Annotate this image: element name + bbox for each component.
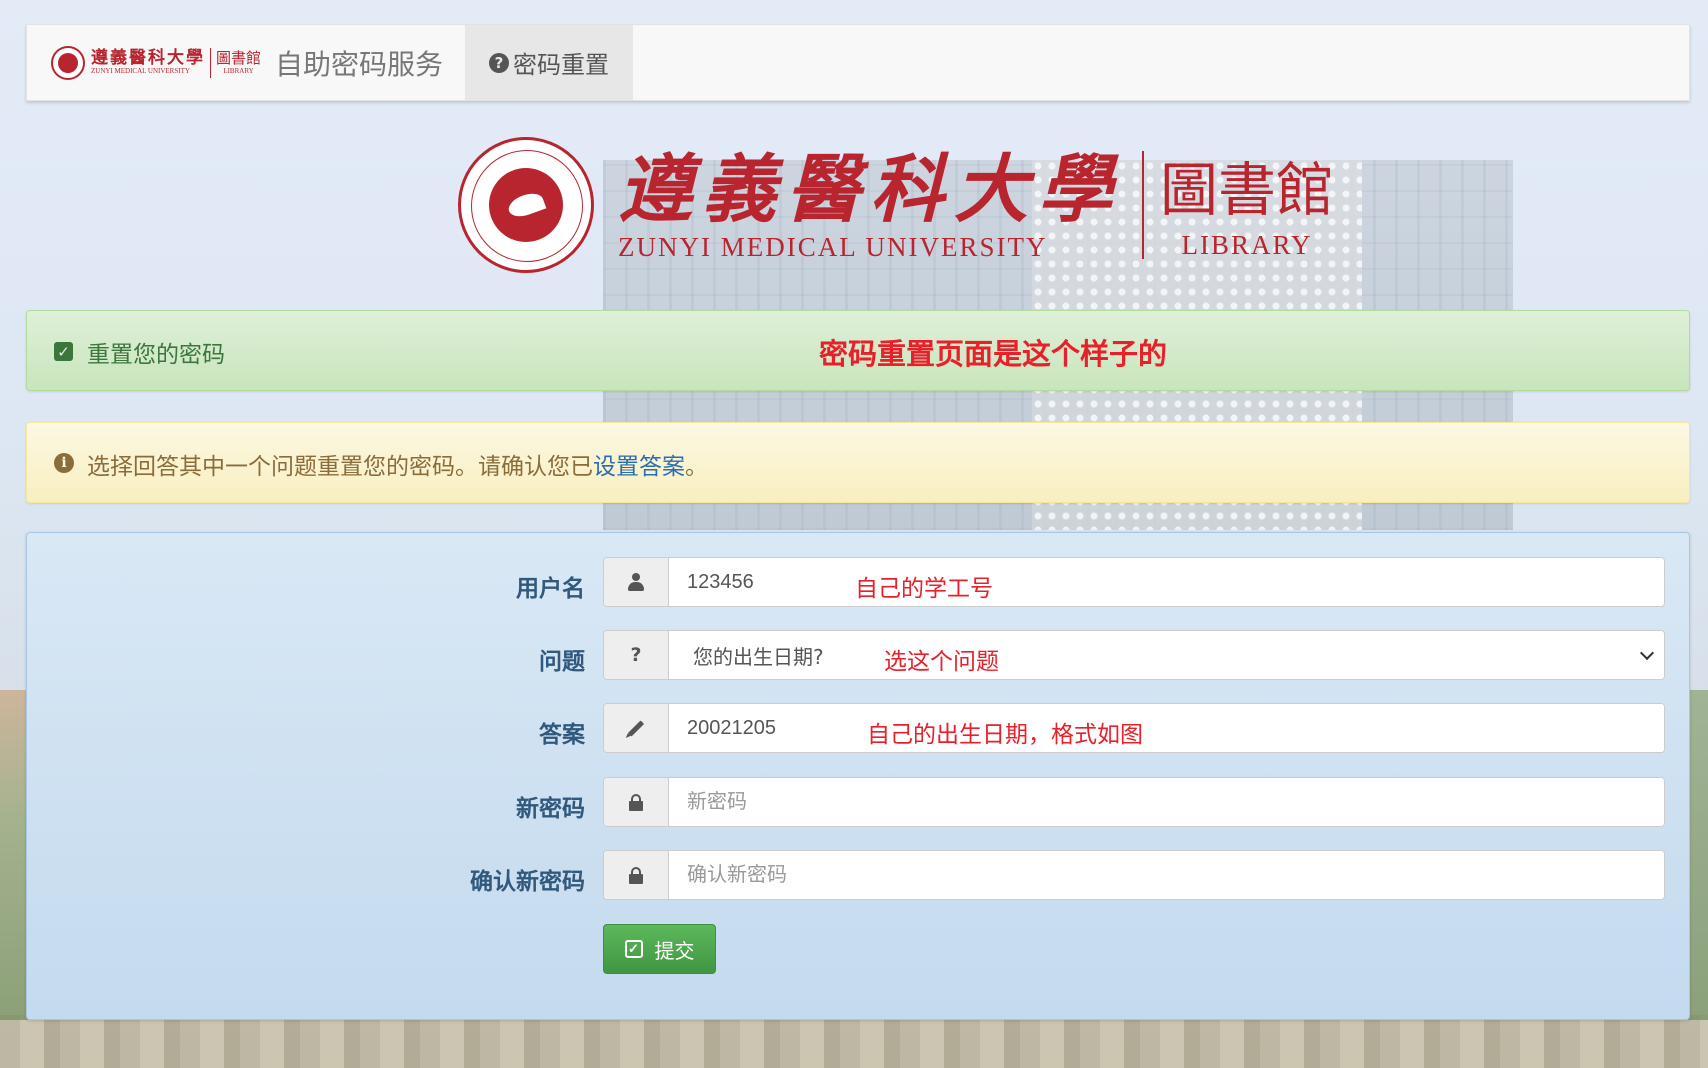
background-ground bbox=[0, 1015, 1708, 1068]
new-password-addon bbox=[604, 778, 669, 826]
set-answer-link[interactable]: 设置答案 bbox=[593, 454, 685, 480]
answer-label: 答案 bbox=[539, 722, 585, 748]
new-password-label: 新密码 bbox=[516, 796, 585, 822]
university-library-logo: 遵義醫科大學 ZUNYI MEDICAL UNIVERSITY 圖書館 LIBR… bbox=[458, 137, 1334, 273]
question-select[interactable]: 您的出生日期? bbox=[669, 631, 1664, 679]
submit-button-label: 提交 bbox=[654, 940, 695, 963]
form-row-new-password: 新密码 bbox=[27, 777, 1691, 827]
chevron-down-icon bbox=[1639, 645, 1655, 661]
new-password-input-group bbox=[603, 777, 1665, 827]
hero-logo-cn: 遵義醫科大學 bbox=[618, 147, 1122, 233]
tab-password-reset[interactable]: ? 密码重置 bbox=[465, 25, 634, 100]
question-label: 问题 bbox=[539, 649, 585, 675]
brand-title: 自助密码服务 bbox=[275, 47, 444, 81]
reset-form-panel: 用户名 自己的学工号 问题 ? 您的出生日期? 选这个问题 答案 bbox=[26, 532, 1690, 1020]
reset-password-heading: 重置您的密码 bbox=[87, 342, 225, 368]
navbar-library-en: LIBRARY bbox=[223, 66, 254, 75]
username-addon bbox=[604, 558, 669, 606]
username-label: 用户名 bbox=[516, 576, 585, 602]
question-icon: ? bbox=[630, 644, 642, 666]
hero-logo-text: 遵義醫科大學 ZUNYI MEDICAL UNIVERSITY bbox=[618, 148, 1122, 262]
question-addon: ? bbox=[604, 631, 669, 679]
tab-password-reset-label: 密码重置 bbox=[513, 51, 610, 79]
pencil-icon bbox=[627, 719, 645, 737]
hero-logo-divider bbox=[1142, 151, 1144, 259]
confirm-password-input-group bbox=[603, 850, 1665, 900]
form-row-question: 问题 ? 您的出生日期? 选这个问题 bbox=[27, 630, 1691, 680]
background-trees-right bbox=[1688, 690, 1708, 1020]
question-selected-value: 您的出生日期? bbox=[693, 644, 824, 669]
instruction-text-before: 选择回答其中一个问题重置您的密码。请确认您已 bbox=[87, 454, 593, 480]
hero-library-cn: 圖書館 bbox=[1160, 156, 1335, 224]
username-input-group bbox=[603, 557, 1665, 607]
confirm-password-input[interactable] bbox=[669, 851, 1664, 899]
answer-addon bbox=[604, 704, 669, 752]
navbar-logo-cn: 遵義醫科大學 bbox=[91, 48, 205, 68]
form-row-answer: 答案 自己的出生日期，格式如图 bbox=[27, 703, 1691, 753]
annotation-page-description: 密码重置页面是这个样子的 bbox=[819, 337, 1168, 371]
username-input[interactable] bbox=[669, 558, 1664, 606]
confirm-password-addon bbox=[604, 851, 669, 899]
background-trees-left bbox=[0, 690, 28, 1020]
navbar-logo-en: ZUNYI MEDICAL UNIVERSITY bbox=[91, 67, 190, 75]
hero-library-logo: 圖書館 LIBRARY bbox=[1160, 150, 1334, 260]
annotation-answer: 自己的出生日期，格式如图 bbox=[867, 722, 1143, 748]
reset-password-heading-alert: ✓ 重置您的密码 密码重置页面是这个样子的 bbox=[26, 310, 1690, 391]
user-icon bbox=[628, 573, 644, 591]
navbar-library-logo: 圖書館 LIBRARY bbox=[216, 48, 262, 76]
university-seal-icon bbox=[51, 45, 85, 80]
instruction-text: 选择回答其中一个问题重置您的密码。请确认您已设置答案。 bbox=[87, 447, 708, 481]
lock-icon bbox=[629, 793, 643, 811]
check-square-icon: ✓ bbox=[624, 940, 643, 958]
answer-input[interactable] bbox=[669, 704, 1664, 752]
question-input-group: ? 您的出生日期? bbox=[603, 630, 1665, 680]
confirm-password-label: 确认新密码 bbox=[470, 869, 585, 895]
form-row-username: 用户名 自己的学工号 bbox=[27, 557, 1691, 607]
check-square-icon: ✓ bbox=[54, 342, 73, 361]
navbar-logo-divider bbox=[210, 47, 211, 78]
question-circle-icon: ? bbox=[489, 52, 510, 73]
instruction-text-after: 。 bbox=[685, 454, 708, 480]
top-navbar: 遵義醫科大學 ZUNYI MEDICAL UNIVERSITY 圖書館 LIBR… bbox=[26, 24, 1690, 101]
university-seal-icon-large bbox=[458, 137, 594, 273]
submit-button[interactable]: ✓ 提交 bbox=[603, 924, 716, 974]
instruction-alert: i 选择回答其中一个问题重置您的密码。请确认您已设置答案。 bbox=[26, 422, 1690, 503]
navbar-logo-text: 遵義醫科大學 ZUNYI MEDICAL UNIVERSITY bbox=[91, 49, 205, 76]
hero-library-en: LIBRARY bbox=[1181, 230, 1313, 260]
new-password-input[interactable] bbox=[669, 778, 1664, 826]
info-circle-icon: i bbox=[54, 453, 74, 473]
annotation-username: 自己的学工号 bbox=[855, 576, 993, 602]
navbar-brand[interactable]: 遵義醫科大學 ZUNYI MEDICAL UNIVERSITY 圖書館 LIBR… bbox=[27, 25, 465, 100]
hero-logo-en: ZUNYI MEDICAL UNIVERSITY bbox=[618, 232, 1048, 262]
form-row-confirm-password: 确认新密码 bbox=[27, 850, 1691, 900]
lock-icon bbox=[629, 866, 643, 884]
navbar-library-cn: 圖書館 bbox=[216, 48, 262, 67]
annotation-question: 选这个问题 bbox=[884, 649, 999, 675]
